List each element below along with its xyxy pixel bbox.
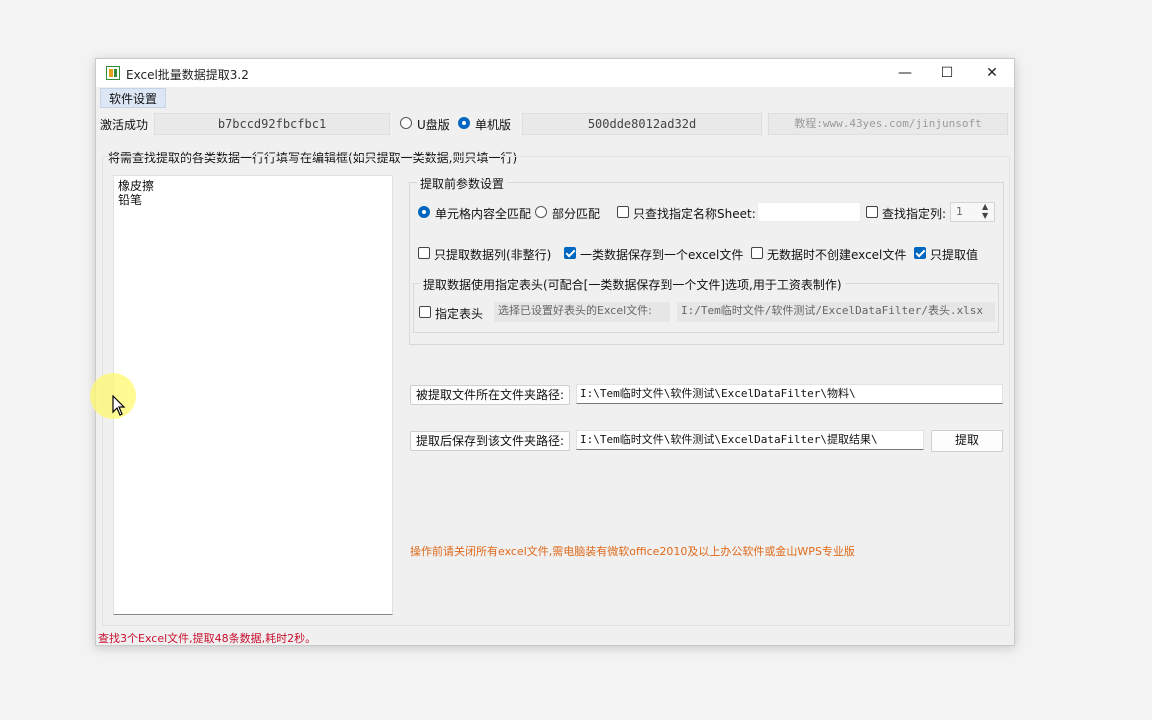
spinner-up-icon[interactable]: ▲	[982, 202, 988, 211]
activation-code-field: b7bccd92fbcfbc1	[154, 113, 390, 135]
usb-version-label: U盘版	[417, 118, 450, 132]
column-spinner[interactable]: 1 ▲ ▼	[950, 202, 995, 222]
only-values-checkbox[interactable]	[914, 247, 926, 259]
only-sheet-label: 只查找指定名称Sheet:	[633, 207, 756, 221]
minimize-button[interactable]: —	[882, 59, 928, 87]
editor-line: 铅笔	[118, 193, 143, 207]
editor-line: 橡皮擦	[118, 179, 155, 193]
menu-software-settings[interactable]: 软件设置	[100, 88, 167, 108]
exact-match-label: 单元格内容全匹配	[435, 207, 532, 221]
sheet-name-input[interactable]	[757, 202, 861, 222]
only-values-label: 只提取值	[930, 248, 979, 262]
machine-code-field: 500dde8012ad32d	[522, 113, 762, 135]
single-version-label: 单机版	[475, 118, 512, 132]
status-bar-text: 查找3个Excel文件,提取48条数据,耗时2秒。	[98, 632, 317, 645]
save-folder-input[interactable]: I:\Tem临时文件\软件测试\ExcelDataFilter\提取结果\	[576, 430, 924, 450]
save-folder-button[interactable]: 提取后保存到该文件夹路径:	[410, 431, 570, 451]
params-group-title: 提取前参数设置	[417, 175, 508, 192]
only-column-label: 查找指定列:	[882, 207, 947, 221]
choose-header-file-button[interactable]: 选择已设置好表头的Excel文件:	[494, 302, 670, 322]
app-window: Excel批量数据提取3.2 — ☐ ✕ 软件设置 激活成功 b7bccd92f…	[95, 58, 1015, 646]
specify-header-label: 指定表头	[435, 307, 484, 321]
spinner-down-icon[interactable]: ▼	[982, 211, 988, 220]
single-version-radio[interactable]	[458, 117, 470, 129]
only-data-column-label: 只提取数据列(非整行)	[434, 248, 552, 262]
only-data-column-checkbox[interactable]	[418, 247, 430, 259]
only-column-checkbox[interactable]	[866, 206, 878, 218]
header-group-title: 提取数据使用指定表头(可配合[一类数据保存到一个文件]选项,用于工资表制作)	[420, 276, 845, 293]
notice-text: 操作前请关闭所有excel文件,需电脑装有微软office2010及以上办公软件…	[410, 545, 855, 558]
tutorial-link[interactable]: 教程:www.43yes.com/jinjunsoft	[768, 113, 1008, 135]
column-value: 1	[956, 205, 963, 218]
source-folder-input[interactable]: I:\Tem临时文件\软件测试\ExcelDataFilter\物料\	[576, 384, 1003, 404]
search-terms-editor[interactable]: 橡皮擦 铅笔	[113, 175, 393, 615]
close-button[interactable]: ✕	[969, 59, 1015, 87]
maximize-button[interactable]: ☐	[924, 59, 970, 87]
partial-match-radio[interactable]	[535, 206, 547, 218]
no-data-no-file-label: 无数据时不创建excel文件	[767, 248, 907, 262]
usb-version-radio[interactable]	[400, 117, 412, 129]
one-type-one-file-checkbox[interactable]	[564, 247, 576, 259]
window-title: Excel批量数据提取3.2	[126, 68, 249, 82]
exact-match-radio[interactable]	[418, 206, 430, 218]
menu-bar: 软件设置	[96, 87, 1014, 109]
excel-app-icon	[106, 66, 120, 80]
one-type-one-file-label: 一类数据保存到一个excel文件	[580, 248, 744, 262]
no-data-no-file-checkbox[interactable]	[751, 247, 763, 259]
source-folder-button[interactable]: 被提取文件所在文件夹路径:	[410, 385, 570, 405]
mouse-pointer-icon	[112, 395, 126, 416]
title-bar[interactable]: Excel批量数据提取3.2 — ☐ ✕	[96, 59, 1014, 87]
only-sheet-checkbox[interactable]	[617, 206, 629, 218]
header-file-path: I:/Tem临时文件/软件测试/ExcelDataFilter/表头.xlsx	[677, 302, 995, 322]
specify-header-checkbox[interactable]	[419, 306, 431, 318]
activation-status-label: 激活成功	[100, 118, 149, 132]
partial-match-label: 部分匹配	[552, 207, 601, 221]
extract-button[interactable]: 提取	[931, 430, 1003, 452]
